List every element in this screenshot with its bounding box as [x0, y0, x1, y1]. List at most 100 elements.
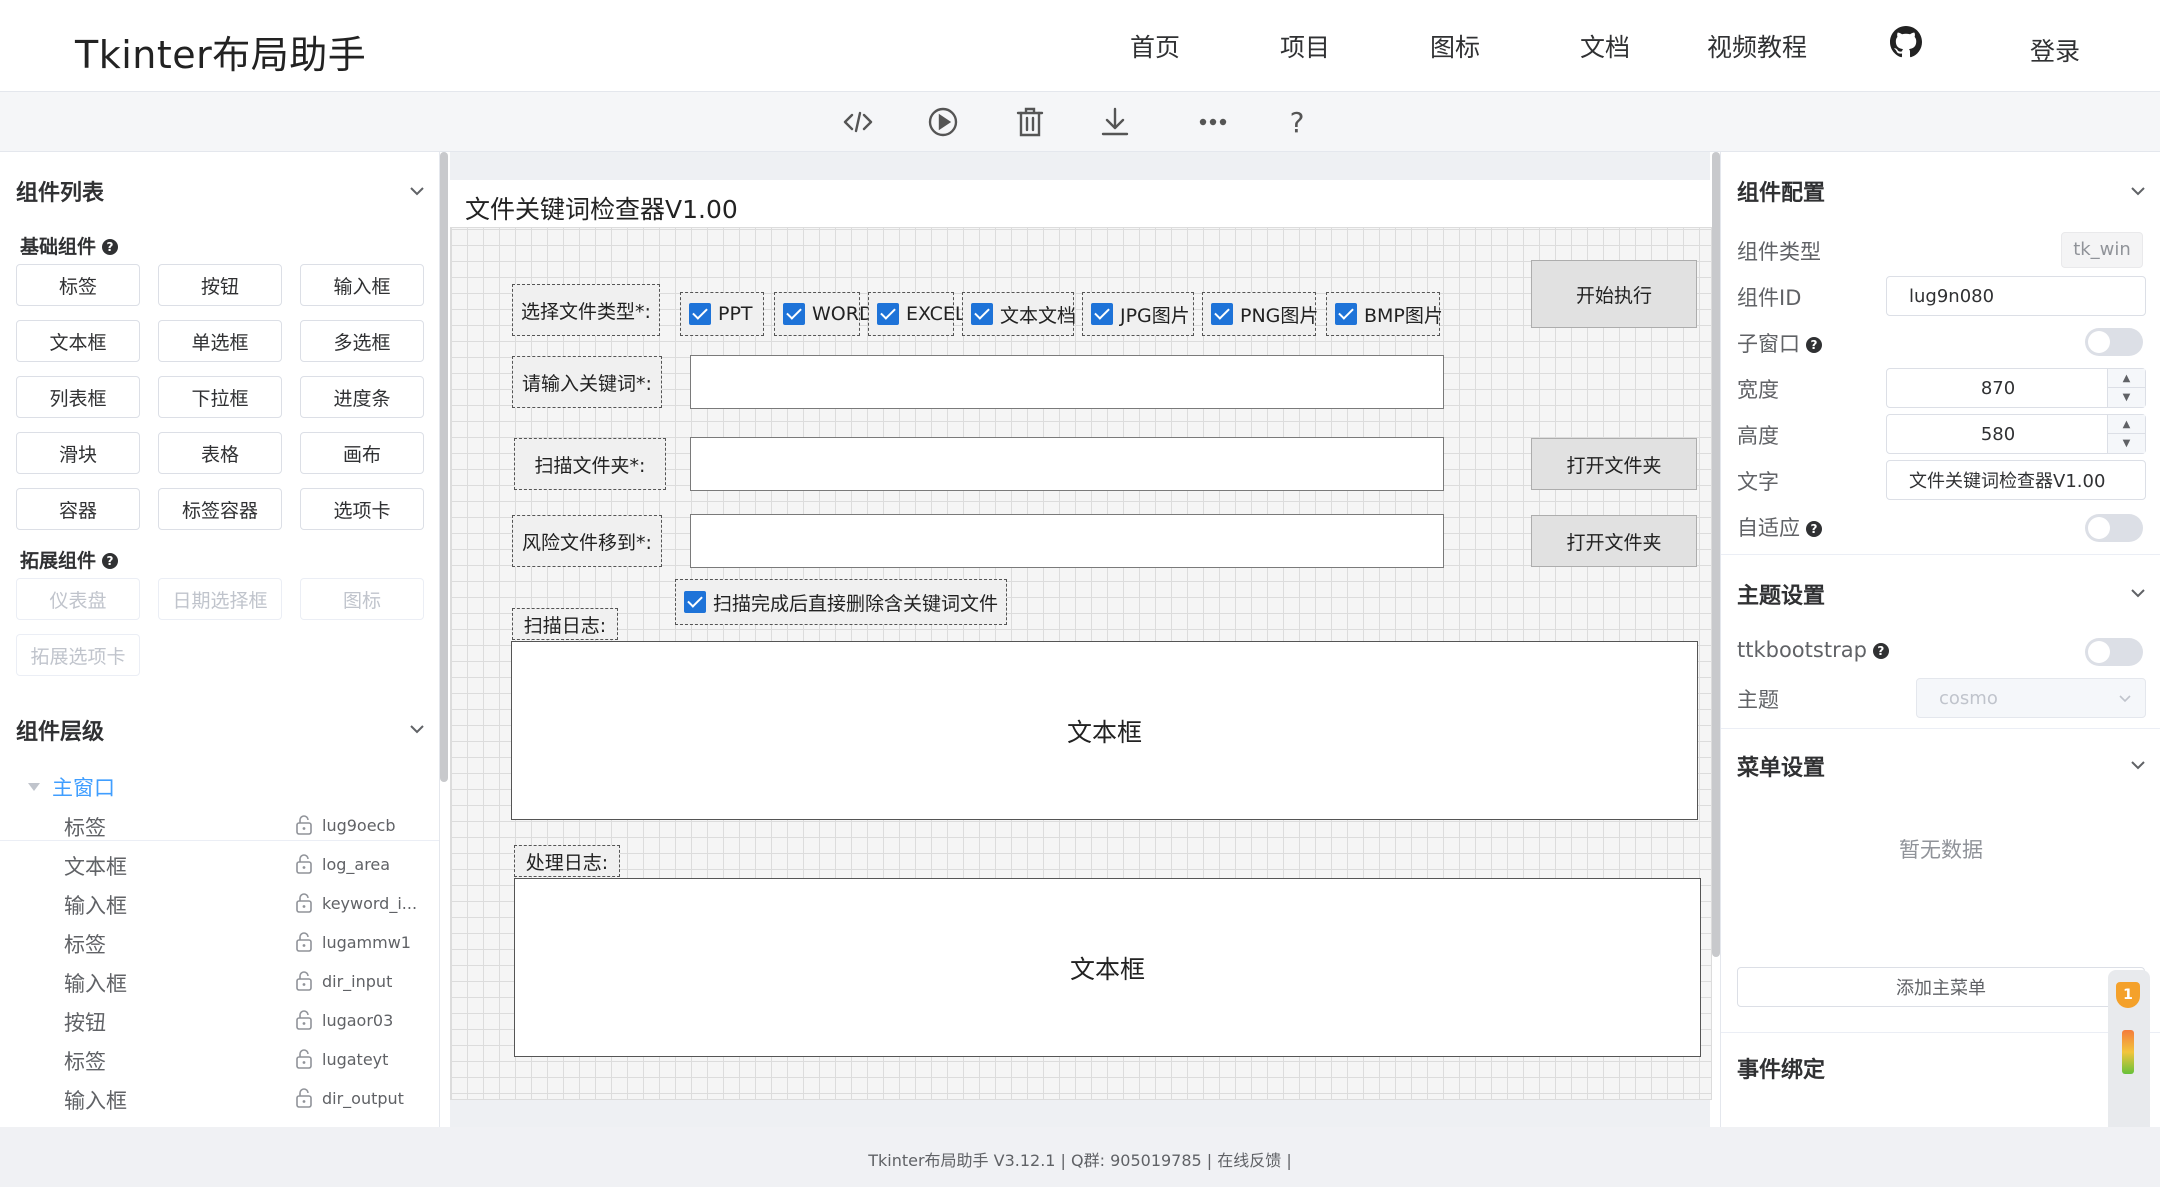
checkbox-checked-icon[interactable] — [783, 303, 805, 325]
comp-gauge[interactable]: 仪表盘 — [16, 578, 140, 620]
tree-row[interactable]: 按钮 lugaor03 — [0, 1001, 440, 1039]
comp-radio[interactable]: 单选框 — [158, 320, 282, 362]
adaptive-toggle[interactable] — [2085, 514, 2143, 542]
open-folder-button-2[interactable]: 打开文件夹 — [1531, 515, 1697, 567]
nav-home[interactable]: 首页 — [1130, 28, 1180, 64]
comp-table[interactable]: 表格 — [158, 432, 282, 474]
unlock-icon[interactable] — [295, 1010, 313, 1030]
help-icon[interactable]: ? — [1806, 337, 1822, 353]
arrow-up-icon[interactable]: ▲ — [2108, 415, 2145, 434]
comp-progressbar[interactable]: 进度条 — [300, 376, 424, 418]
excel-checkbox[interactable]: EXCEL — [868, 292, 966, 336]
word-checkbox[interactable]: WORD — [774, 292, 874, 336]
comp-ext-notebook[interactable]: 拓展选项卡 — [16, 634, 140, 676]
png-checkbox[interactable]: PNG图片 — [1202, 292, 1318, 336]
id-input[interactable]: lug9n080 — [1886, 276, 2146, 316]
comp-datepicker[interactable]: 日期选择框 — [158, 578, 282, 620]
nav-video-tutorial[interactable]: 视频教程 — [1707, 28, 1807, 64]
subwindow-toggle[interactable] — [2085, 328, 2143, 356]
comp-labelframe[interactable]: 标签容器 — [158, 488, 282, 530]
file-type-label[interactable]: 选择文件类型*: — [512, 284, 660, 336]
checkbox-checked-icon[interactable] — [971, 303, 993, 325]
tree-row[interactable]: 标签 lugammw1 — [0, 923, 440, 961]
help-icon[interactable]: ? — [102, 553, 119, 569]
scan-log-textbox[interactable]: 文本框 — [511, 641, 1698, 820]
comp-button[interactable]: 按钮 — [158, 264, 282, 306]
arrow-down-icon[interactable]: ▼ — [2108, 388, 2145, 407]
unlock-icon[interactable] — [295, 854, 313, 874]
unlock-icon[interactable] — [295, 932, 313, 952]
tree-row[interactable]: 标签 lugateyt — [0, 1040, 440, 1078]
risk-folder-input[interactable] — [690, 514, 1444, 568]
tree-root-main-window[interactable]: 主窗口 — [28, 772, 115, 802]
unlock-icon[interactable] — [295, 1088, 313, 1108]
width-input[interactable]: 870 ▲ ▼ — [1886, 368, 2146, 408]
keyword-input[interactable] — [690, 355, 1444, 409]
scan-folder-label[interactable]: 扫描文件夹*: — [514, 438, 666, 490]
checkbox-checked-icon[interactable] — [1211, 303, 1233, 325]
comp-canvas[interactable]: 画布 — [300, 432, 424, 474]
unlock-icon[interactable] — [295, 893, 313, 913]
scan-log-label[interactable]: 扫描日志: — [512, 608, 618, 640]
chevron-down-icon[interactable] — [2117, 691, 2133, 707]
comp-slider[interactable]: 滑块 — [16, 432, 140, 474]
add-menu-button[interactable]: 添加主菜单 — [1737, 967, 2145, 1007]
comp-notebook[interactable]: 选项卡 — [300, 488, 424, 530]
height-input[interactable]: 580 ▲ ▼ — [1886, 414, 2146, 454]
comp-text[interactable]: 文本框 — [16, 320, 140, 362]
comp-checkbox[interactable]: 多选框 — [300, 320, 424, 362]
unlock-icon[interactable] — [295, 1049, 313, 1069]
trash-icon[interactable] — [1010, 102, 1050, 142]
github-icon[interactable] — [1890, 26, 1922, 58]
left-scrollbar[interactable] — [440, 152, 448, 782]
open-folder-button-1[interactable]: 打开文件夹 — [1531, 438, 1697, 490]
help-icon[interactable]: ? — [102, 239, 119, 255]
checkbox-checked-icon[interactable] — [1091, 303, 1113, 325]
unlock-icon[interactable] — [295, 971, 313, 991]
comp-entry[interactable]: 输入框 — [300, 264, 424, 306]
risk-folder-label[interactable]: 风险文件移到*: — [512, 515, 662, 567]
process-log-textbox[interactable]: 文本框 — [514, 878, 1701, 1057]
help-icon[interactable]: ? — [1872, 643, 1889, 659]
download-icon[interactable] — [1095, 102, 1135, 142]
theme-select[interactable]: cosmo — [1916, 678, 2146, 718]
height-stepper[interactable]: ▲ ▼ — [2107, 415, 2145, 453]
comp-label[interactable]: 标签 — [16, 264, 140, 306]
floating-widget[interactable]: 1 — [2108, 970, 2150, 1140]
nav-projects[interactable]: 项目 — [1280, 28, 1330, 64]
tree-row[interactable]: 输入框 dir_input — [0, 962, 440, 1000]
comp-icon[interactable]: 图标 — [300, 578, 424, 620]
canvas-scrollbar[interactable] — [1712, 152, 1720, 957]
arrow-up-icon[interactable]: ▲ — [2108, 369, 2145, 388]
checkbox-checked-icon[interactable] — [877, 303, 899, 325]
nav-icons[interactable]: 图标 — [1430, 28, 1480, 64]
help-icon[interactable]: ? — [1277, 102, 1317, 142]
nav-docs[interactable]: 文档 — [1580, 28, 1630, 64]
chevron-down-icon[interactable] — [408, 720, 426, 738]
bmp-checkbox[interactable]: BMP图片 — [1326, 292, 1443, 336]
chevron-down-icon[interactable] — [408, 182, 426, 200]
checkbox-checked-icon[interactable] — [1335, 303, 1357, 325]
ttkbootstrap-toggle[interactable] — [2085, 638, 2143, 666]
caret-down-icon[interactable] — [28, 783, 40, 791]
process-log-label[interactable]: 处理日志: — [514, 845, 620, 877]
comp-listbox[interactable]: 列表框 — [16, 376, 140, 418]
tree-row[interactable]: 标签 lug9oecb — [0, 806, 440, 844]
window-title[interactable]: 文件关键词检查器V1.00 — [450, 180, 1712, 228]
shield-badge-icon[interactable]: 1 — [2116, 982, 2140, 1008]
play-icon[interactable] — [923, 102, 963, 142]
login-link[interactable]: 登录 — [2030, 32, 2080, 68]
chevron-down-icon[interactable] — [2129, 756, 2147, 774]
text-doc-checkbox[interactable]: 文本文档 — [962, 292, 1076, 336]
keyword-label[interactable]: 请输入关键词*: — [512, 356, 662, 408]
tree-row[interactable]: 输入框 keyword_i... — [0, 884, 440, 922]
chevron-down-icon[interactable] — [2129, 182, 2147, 200]
comp-container[interactable]: 容器 — [16, 488, 140, 530]
help-icon[interactable]: ? — [1806, 521, 1822, 537]
ppt-checkbox[interactable]: PPT — [680, 292, 764, 336]
tree-row[interactable]: 输入框 dir_output — [0, 1079, 440, 1117]
checkbox-checked-icon[interactable] — [689, 303, 711, 325]
start-button[interactable]: 开始执行 — [1531, 260, 1697, 328]
text-input[interactable]: 文件关键词检查器V1.00 — [1886, 460, 2146, 500]
code-icon[interactable] — [838, 102, 878, 142]
